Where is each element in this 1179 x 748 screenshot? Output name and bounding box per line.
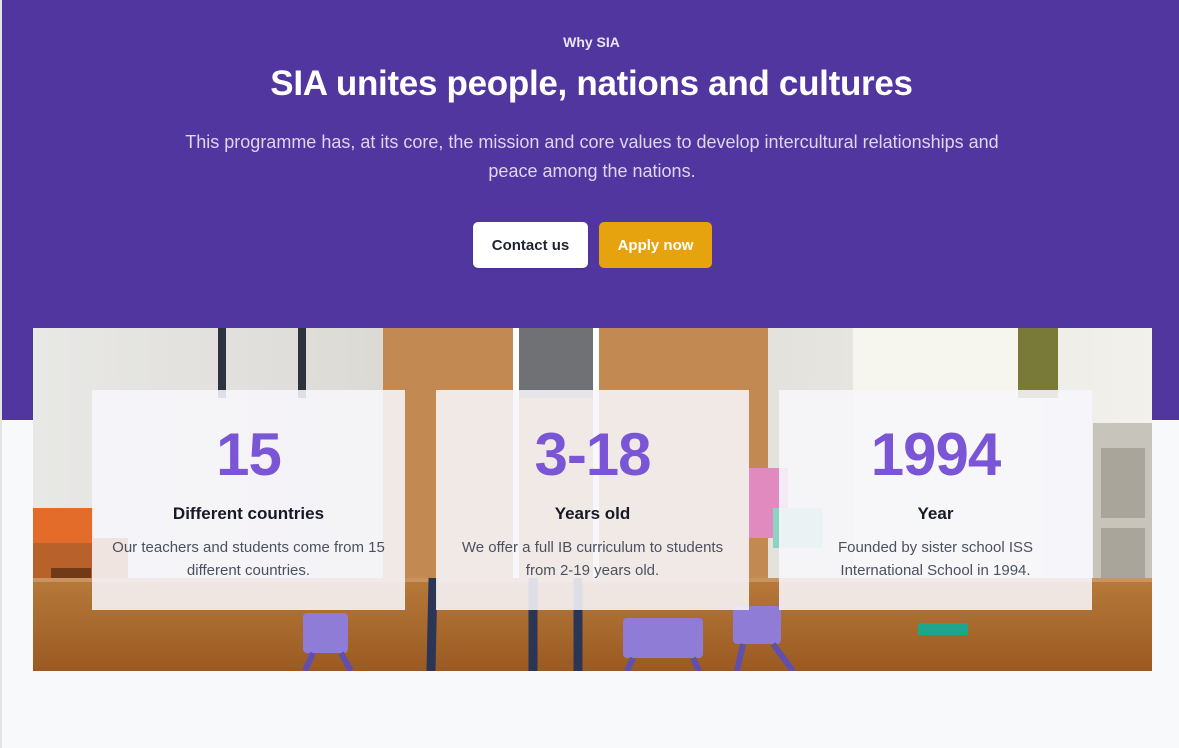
stat-card-founded: 1994 Year Founded by sister school ISS I… (779, 390, 1092, 610)
stat-title: Different countries (172, 504, 325, 523)
contact-us-button[interactable]: Contact us (473, 222, 588, 268)
why-sia-section: Why SIA SIA unites people, nations and c… (0, 0, 1179, 748)
stat-description: We offer a full IB curriculum to student… (461, 539, 724, 579)
stat-number: 1994 (870, 421, 1001, 488)
section-eyebrow: Why SIA (563, 34, 620, 50)
stat-title: Year (917, 504, 954, 523)
stat-card-ages: 3-18 Years old We offer a full IB curric… (436, 390, 749, 610)
stat-number: 3-18 (534, 421, 651, 488)
stat-card-countries: 15 Different countries Our teachers and … (92, 390, 405, 610)
apply-now-button[interactable]: Apply now (599, 222, 712, 268)
stat-description: Our teachers and students come from 15 d… (112, 539, 385, 579)
stat-title: Years old (554, 504, 631, 523)
stat-number: 15 (216, 421, 282, 488)
section-headline: SIA unites people, nations and cultures (270, 64, 913, 103)
section-subtitle: This programme has, at its core, the mis… (185, 132, 999, 181)
stat-description: Founded by sister school ISS Internation… (837, 539, 1034, 579)
